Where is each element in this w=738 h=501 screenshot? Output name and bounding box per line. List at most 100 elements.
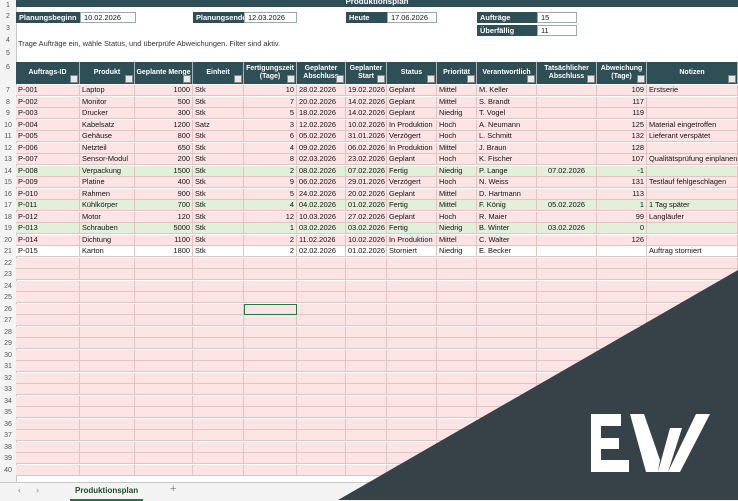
column-header[interactable]: Produkt [80, 62, 135, 84]
table-cell[interactable]: P-004 [16, 119, 80, 131]
table-cell[interactable] [244, 269, 297, 280]
row-number[interactable]: 16 [0, 189, 16, 200]
table-cell[interactable]: 7 [244, 96, 297, 108]
table-cell[interactable]: 1200 [135, 119, 193, 131]
table-cell[interactable]: Stk [193, 142, 244, 154]
table-cell[interactable]: J. Braun [477, 142, 537, 154]
table-cell[interactable] [80, 384, 135, 395]
column-header[interactable]: Fertigungszeit (Tage) [244, 62, 297, 84]
table-cell[interactable] [193, 315, 244, 326]
table-cell[interactable]: 05.02.2026 [537, 200, 597, 211]
table-cell[interactable]: 23.02.2026 [346, 154, 387, 165]
table-cell[interactable]: 5000 [135, 223, 193, 234]
table-cell[interactable]: 1800 [135, 246, 193, 257]
table-cell[interactable]: Dichtung [80, 234, 135, 246]
table-cell[interactable] [537, 211, 597, 223]
table-cell[interactable]: Monitor [80, 96, 135, 108]
table-cell[interactable] [244, 441, 297, 453]
table-cell[interactable]: Niedrig [437, 108, 477, 119]
table-cell[interactable] [16, 361, 80, 372]
table-cell[interactable]: E. Becker [477, 246, 537, 257]
table-cell[interactable] [80, 292, 135, 303]
table-cell[interactable]: Fertig [387, 223, 437, 234]
filter-dropdown-icon[interactable] [587, 75, 595, 83]
table-cell[interactable] [193, 257, 244, 269]
table-cell[interactable] [437, 257, 477, 269]
table-cell[interactable]: T. Vogel [477, 108, 537, 119]
table-cell[interactable] [647, 223, 738, 234]
table-cell[interactable]: Qualitätsprüfung einplanen [647, 154, 738, 165]
table-cell[interactable]: In Produktion [387, 142, 437, 154]
planungsbeginn-value[interactable]: 10.02.2026 [80, 12, 136, 23]
table-cell[interactable]: 03.02.2026 [297, 223, 346, 234]
table-cell[interactable]: P-001 [16, 85, 80, 96]
table-cell[interactable] [193, 418, 244, 430]
active-cell[interactable] [244, 303, 297, 315]
planungsende-value[interactable]: 12.03.2026 [244, 12, 297, 23]
table-cell[interactable]: Stk [193, 154, 244, 165]
table-cell[interactable]: 700 [135, 200, 193, 211]
table-cell[interactable]: 128 [597, 142, 647, 154]
table-cell[interactable] [80, 407, 135, 418]
table-cell[interactable]: 08.02.2026 [297, 165, 346, 177]
table-cell[interactable]: 2 [244, 246, 297, 257]
table-cell[interactable]: Mittel [437, 96, 477, 108]
table-cell[interactable]: Sensor-Modul [80, 154, 135, 165]
table-cell[interactable] [193, 292, 244, 303]
table-cell[interactable]: 9 [244, 177, 297, 188]
table-cell[interactable]: Mittel [437, 85, 477, 96]
table-cell[interactable]: Rahmen [80, 188, 135, 200]
table-cell[interactable] [193, 384, 244, 395]
table-cell[interactable] [16, 326, 80, 338]
row-number[interactable]: 23 [0, 269, 16, 280]
table-cell[interactable]: 1 Tag später [647, 200, 738, 211]
table-cell[interactable] [647, 96, 738, 108]
table-cell[interactable]: Kabelsatz [80, 119, 135, 131]
table-cell[interactable]: P-009 [16, 177, 80, 188]
table-cell[interactable]: 10 [244, 85, 297, 96]
table-cell[interactable]: 07.02.2026 [346, 165, 387, 177]
column-header[interactable]: Notizen [647, 62, 738, 84]
table-cell[interactable] [135, 441, 193, 453]
table-cell[interactable] [537, 108, 597, 119]
table-cell[interactable]: Verzögert [387, 177, 437, 188]
table-cell[interactable] [346, 257, 387, 269]
table-cell[interactable]: Netzteil [80, 142, 135, 154]
table-cell[interactable] [16, 372, 80, 384]
table-cell[interactable] [244, 280, 297, 292]
table-cell[interactable]: N. Weiss [477, 177, 537, 188]
row-number[interactable]: 17 [0, 200, 16, 211]
table-cell[interactable] [537, 96, 597, 108]
table-cell[interactable] [16, 453, 80, 464]
table-cell[interactable] [537, 246, 597, 257]
table-cell[interactable] [135, 338, 193, 349]
table-cell[interactable]: Stk [193, 188, 244, 200]
table-cell[interactable]: 5 [244, 188, 297, 200]
table-cell[interactable] [135, 280, 193, 292]
row-number[interactable]: 35 [0, 407, 16, 418]
table-cell[interactable] [537, 234, 597, 246]
table-cell[interactable] [244, 372, 297, 384]
table-cell[interactable]: Material eingetroffen [647, 119, 738, 131]
table-cell[interactable] [537, 257, 597, 269]
table-cell[interactable] [16, 441, 80, 453]
table-cell[interactable]: 1 [244, 223, 297, 234]
table-cell[interactable] [647, 142, 738, 154]
table-cell[interactable]: Stk [193, 85, 244, 96]
table-cell[interactable] [193, 338, 244, 349]
table-cell[interactable] [135, 453, 193, 464]
table-cell[interactable]: Hoch [437, 177, 477, 188]
table-cell[interactable]: 131 [597, 177, 647, 188]
table-cell[interactable]: P-013 [16, 223, 80, 234]
table-cell[interactable]: Geplant [387, 96, 437, 108]
table-cell[interactable]: 24.02.2026 [297, 188, 346, 200]
row-number[interactable]: 1 [0, 0, 16, 11]
table-cell[interactable]: 5 [244, 108, 297, 119]
table-cell[interactable]: 28.02.2026 [297, 85, 346, 96]
filter-dropdown-icon[interactable] [728, 75, 736, 83]
table-cell[interactable] [135, 349, 193, 361]
table-cell[interactable] [244, 326, 297, 338]
table-cell[interactable]: 14.02.2026 [346, 108, 387, 119]
table-cell[interactable]: P-007 [16, 154, 80, 165]
table-cell[interactable] [16, 395, 80, 407]
